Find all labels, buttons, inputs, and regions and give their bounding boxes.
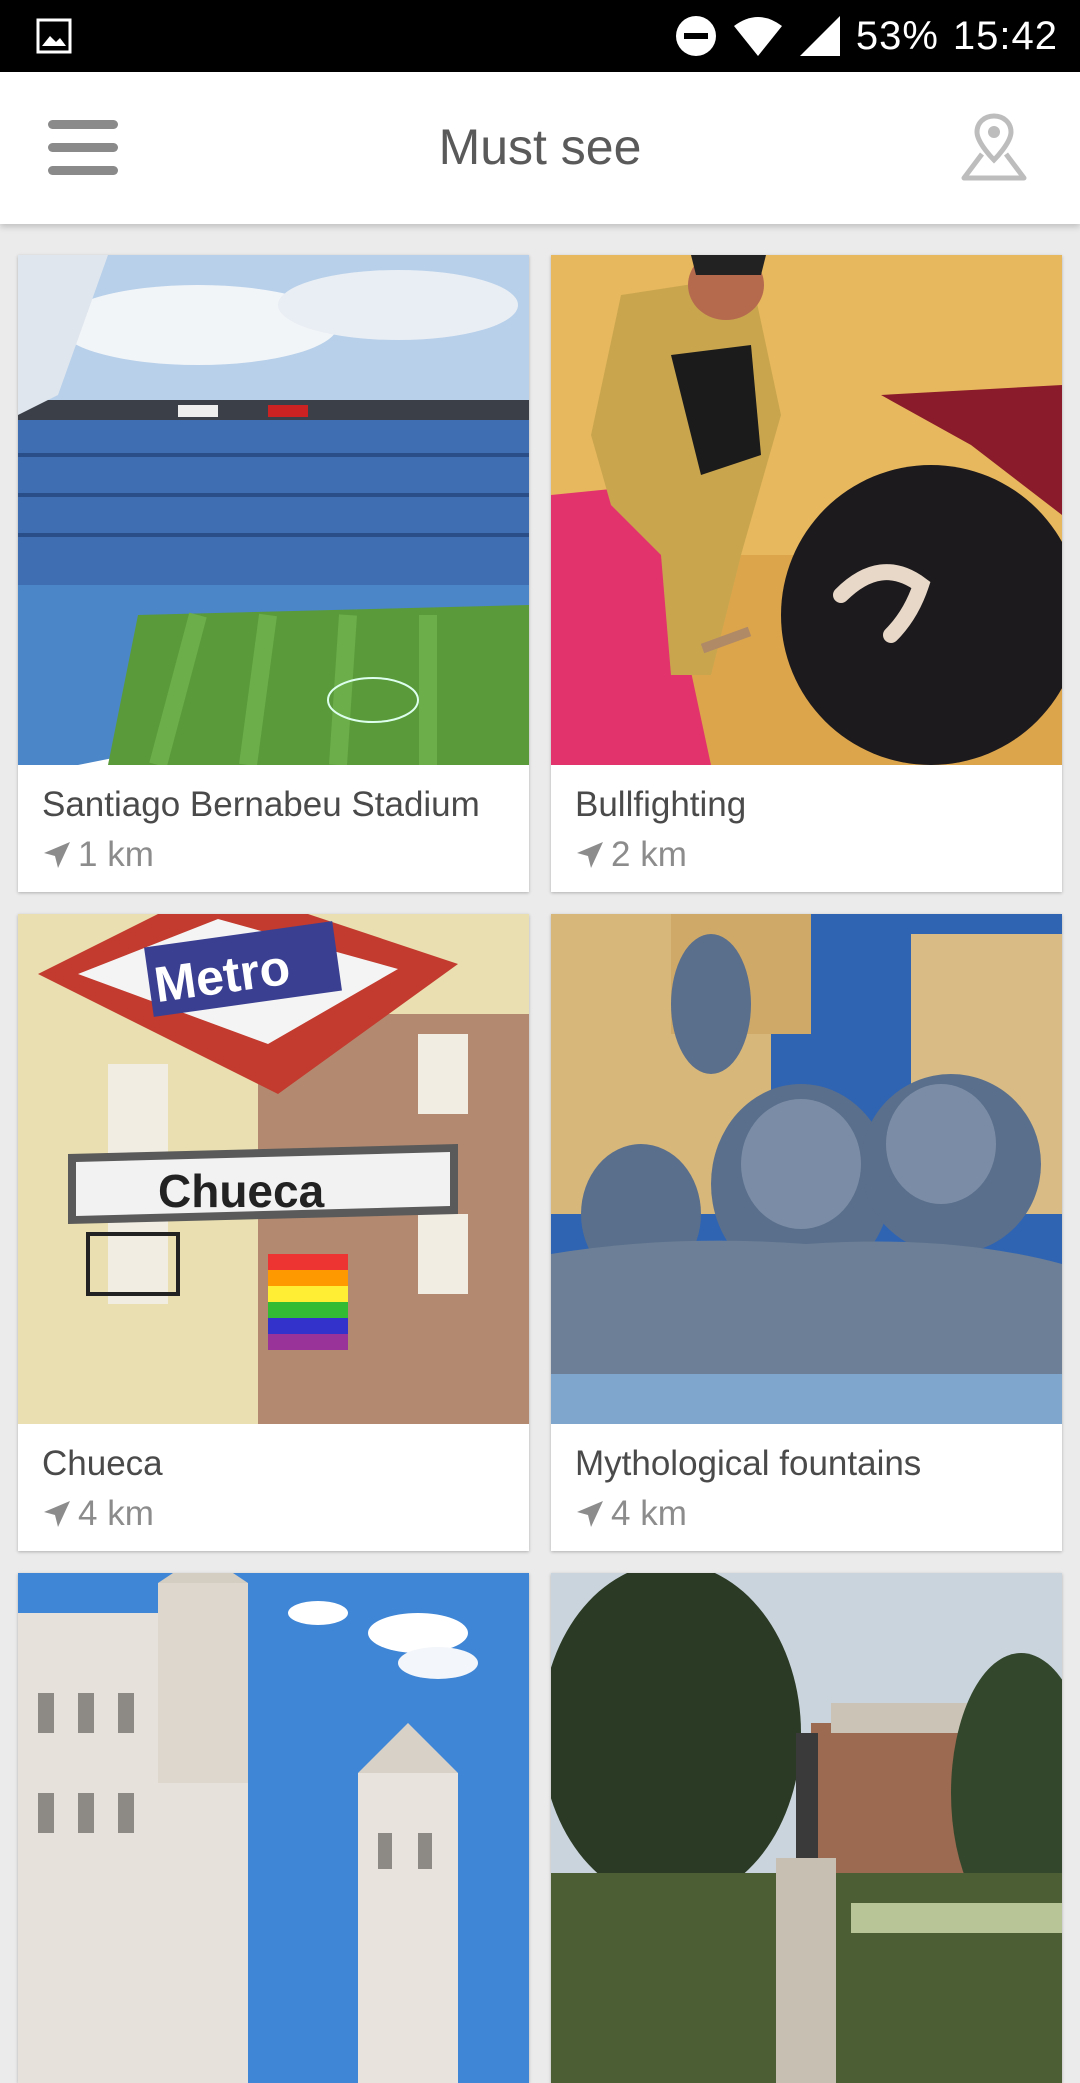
app-bar: Must see [0, 72, 1080, 224]
place-name: Bullfighting [575, 785, 747, 824]
image-icon [36, 18, 72, 54]
place-distance: 4 km [78, 1494, 154, 1533]
place-card[interactable] [551, 1573, 1062, 2083]
place-card[interactable]: Metro Chueca Chueca 4 km [18, 914, 529, 1551]
wifi-icon [733, 17, 782, 56]
navigation-arrow-icon [577, 842, 603, 868]
place-card[interactable]: Bullfighting 2 km [551, 255, 1062, 892]
do-not-disturb-icon [675, 16, 716, 56]
chueca-sign-text: Chueca [158, 1165, 325, 1217]
navigation-arrow-icon [44, 842, 70, 868]
place-distance: 4 km [611, 1494, 687, 1533]
place-image-bullfighting [551, 255, 1062, 765]
battery-percentage: 53% [855, 13, 939, 58]
place-name: Santiago Bernabeu Stadium [42, 785, 480, 824]
place-image-chueca: Metro Chueca [18, 914, 529, 1424]
place-image-fountain [551, 914, 1062, 1424]
place-image-palace [18, 1573, 529, 2083]
place-name: Mythological fountains [575, 1444, 922, 1483]
navigation-arrow-icon [44, 1501, 70, 1527]
map-pin-icon[interactable] [956, 110, 1032, 186]
page-title: Must see [438, 119, 642, 175]
place-image-stadium [18, 255, 529, 765]
place-card[interactable]: Santiago Bernabeu Stadium 1 km [18, 255, 529, 892]
place-card[interactable] [18, 1573, 529, 2083]
status-bar: 53% 15:42 [0, 0, 1080, 72]
place-card[interactable]: Mythological fountains 4 km [551, 914, 1062, 1551]
place-name: Chueca [42, 1444, 163, 1483]
place-distance: 2 km [611, 835, 687, 874]
place-image-park [551, 1573, 1062, 2083]
place-distance: 1 km [78, 835, 154, 874]
signal-icon [799, 16, 840, 56]
clock: 15:42 [952, 13, 1058, 58]
navigation-arrow-icon [577, 1501, 603, 1527]
